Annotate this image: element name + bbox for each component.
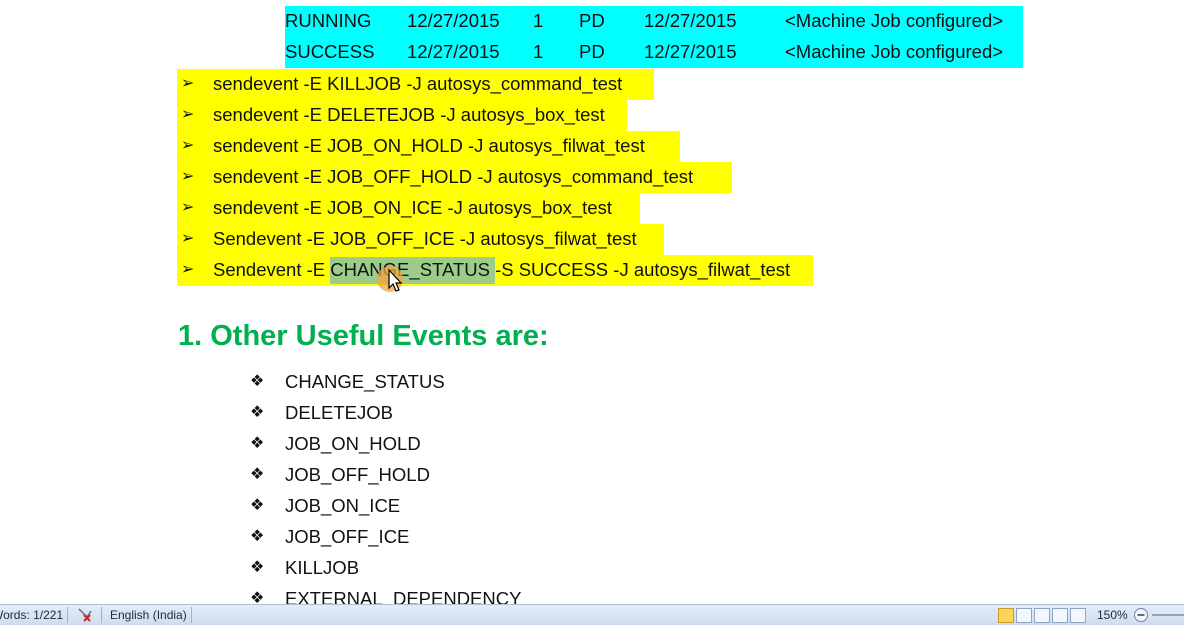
command-prefix: Sendevent -E (213, 259, 331, 280)
command-text: Sendevent -E JOB_OFF_ICE -J autosys_filw… (213, 228, 637, 249)
event-label: EXTERNAL_DEPENDENCY (285, 588, 522, 604)
command-text: Sendevent -E CHANGE_STATUS -S SUCCESS -J… (213, 257, 791, 284)
event-label: DELETEJOB (285, 402, 393, 423)
mouse-pointer-icon (377, 266, 403, 292)
event-label: KILLJOB (285, 557, 360, 578)
command-suffix: -S SUCCESS -J autosys_filwat_test (495, 259, 791, 280)
status-divider (67, 607, 68, 623)
command-text: sendevent -E JOB_OFF_HOLD -J autosys_com… (213, 166, 694, 187)
job-status: SUCCESS (285, 41, 375, 62)
section-heading: 1. Other Useful Events are: (178, 320, 549, 352)
diamond-bullet-icon: ❖ (250, 466, 265, 483)
zoom-out-icon[interactable] (1133, 607, 1149, 623)
arrow-bullet-icon: ➢ (181, 137, 195, 154)
arrow-bullet-icon: ➢ (181, 75, 195, 92)
diamond-bullet-icon: ❖ (250, 373, 265, 390)
event-label: CHANGE_STATUS (285, 371, 445, 392)
job-status: RUNNING (285, 10, 372, 31)
event-label: JOB_OFF_ICE (285, 526, 410, 547)
event-label: JOB_ON_HOLD (285, 433, 421, 454)
diamond-bullet-icon: ❖ (250, 590, 265, 604)
command-text: sendevent -E DELETEJOB -J autosys_box_te… (213, 104, 605, 125)
outline-view-button[interactable] (1052, 608, 1068, 623)
arrow-bullet-icon: ➢ (181, 199, 195, 216)
status-bar: Words: 1/221 English (India) 150% (0, 604, 1184, 625)
arrow-bullet-icon: ➢ (181, 168, 195, 185)
status-divider (191, 607, 192, 623)
zoom-slider[interactable] (1152, 614, 1184, 616)
word-count[interactable]: Words: 1/221 (0, 608, 63, 622)
draft-view-button[interactable] (1070, 608, 1086, 623)
job-row: SUCCESS 12/27/2015 1 PD 12/27/2015 <Mach… (285, 37, 1023, 68)
proofing-errors-icon[interactable] (77, 607, 94, 622)
diamond-bullet-icon: ❖ (250, 559, 265, 576)
job-date: 12/27/2015 (644, 41, 737, 62)
selected-text[interactable]: CHANGE_STATUS (330, 257, 496, 284)
web-layout-view-button[interactable] (1034, 608, 1050, 623)
event-label: JOB_ON_ICE (285, 495, 401, 516)
job-number: 1 (533, 10, 544, 31)
job-number: 1 (533, 41, 544, 62)
diamond-bullet-icon: ❖ (250, 404, 265, 421)
job-date: 12/27/2015 (644, 10, 737, 31)
language-indicator[interactable]: English (India) (110, 608, 187, 622)
arrow-bullet-icon: ➢ (181, 230, 195, 247)
diamond-bullet-icon: ❖ (250, 528, 265, 545)
print-layout-view-button[interactable] (998, 608, 1014, 623)
status-divider (101, 607, 102, 623)
job-date: 12/27/2015 (407, 10, 500, 31)
job-code: PD (579, 41, 605, 62)
full-screen-reading-view-button[interactable] (1016, 608, 1032, 623)
job-note: <Machine Job configured> (785, 10, 1004, 31)
arrow-bullet-icon: ➢ (181, 261, 195, 278)
command-text: sendevent -E JOB_ON_ICE -J autosys_box_t… (213, 197, 612, 218)
diamond-bullet-icon: ❖ (250, 435, 265, 452)
command-text: sendevent -E JOB_ON_HOLD -J autosys_filw… (213, 135, 645, 156)
job-row: RUNNING 12/27/2015 1 PD 12/27/2015 <Mach… (285, 6, 1023, 37)
command-text: sendevent -E KILLJOB -J autosys_command_… (213, 73, 623, 94)
document-page[interactable]: RUNNING 12/27/2015 1 PD 12/27/2015 <Mach… (0, 0, 1184, 604)
diamond-bullet-icon: ❖ (250, 497, 265, 514)
job-date: 12/27/2015 (407, 41, 500, 62)
job-note: <Machine Job configured> (785, 41, 1004, 62)
zoom-level[interactable]: 150% (1097, 608, 1128, 622)
job-code: PD (579, 10, 605, 31)
event-label: JOB_OFF_HOLD (285, 464, 430, 485)
arrow-bullet-icon: ➢ (181, 106, 195, 123)
